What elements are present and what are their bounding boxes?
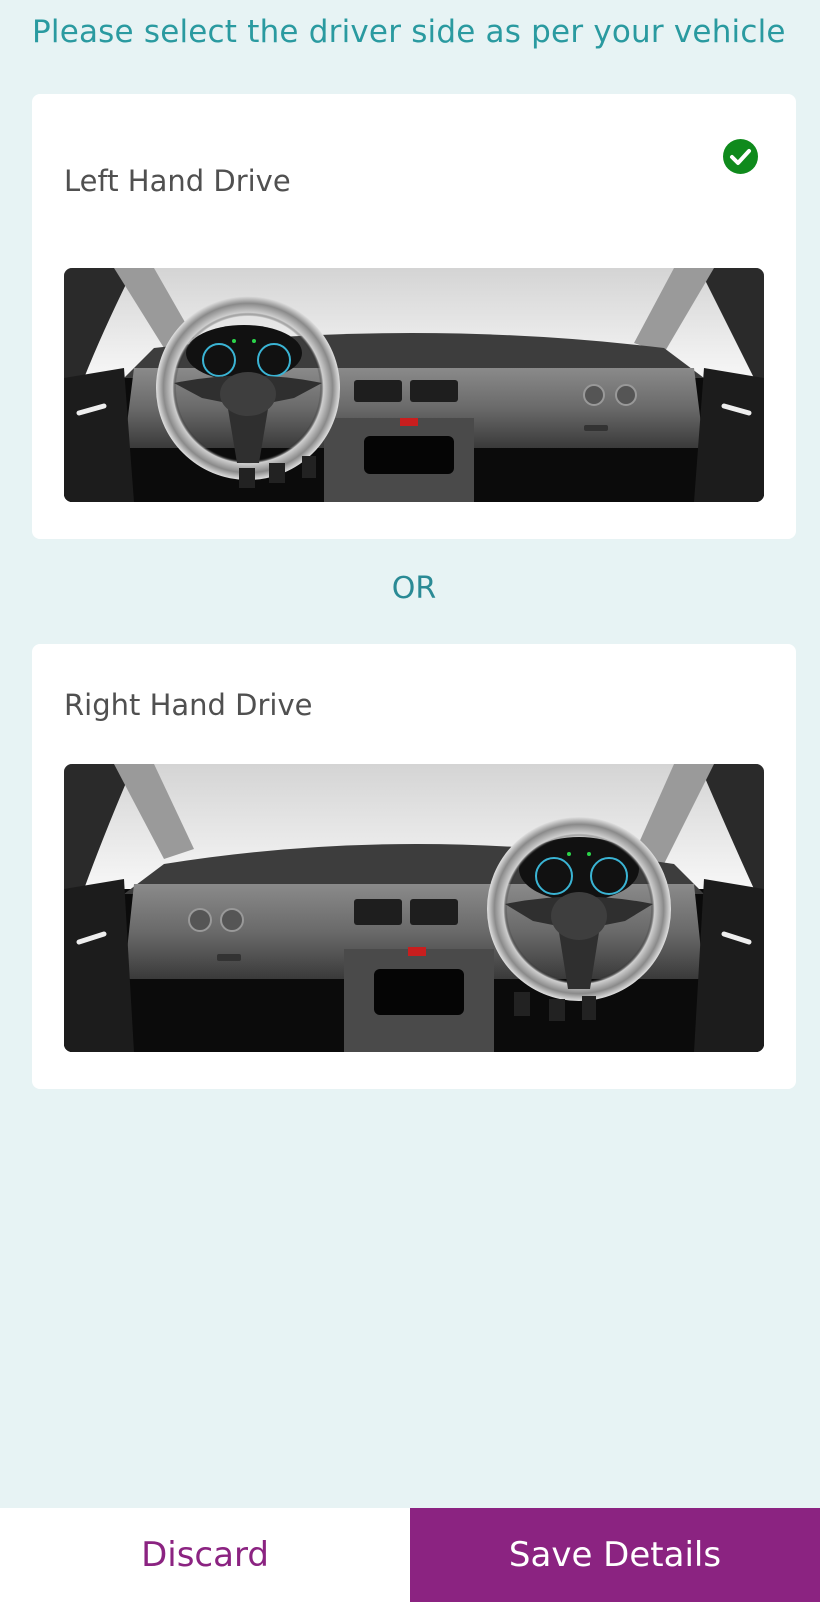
option-card-left-hand-drive[interactable]: Left Hand Drive <box>32 94 796 539</box>
dashboard-image-left-hand-drive <box>64 268 764 502</box>
or-separator: OR <box>391 571 437 606</box>
instruction-text: Please select the driver side as per you… <box>32 14 786 50</box>
discard-button[interactable]: Discard <box>0 1508 410 1602</box>
option-label-right-hand-drive: Right Hand Drive <box>64 688 313 722</box>
footer-actions: Discard Save Details <box>0 1508 820 1602</box>
option-label-left-hand-drive: Left Hand Drive <box>64 164 291 198</box>
option-card-right-hand-drive[interactable]: Right Hand Drive <box>32 644 796 1089</box>
dashboard-image-right-hand-drive <box>64 764 764 1052</box>
selected-check-icon <box>723 139 758 174</box>
save-details-button[interactable]: Save Details <box>410 1508 820 1602</box>
